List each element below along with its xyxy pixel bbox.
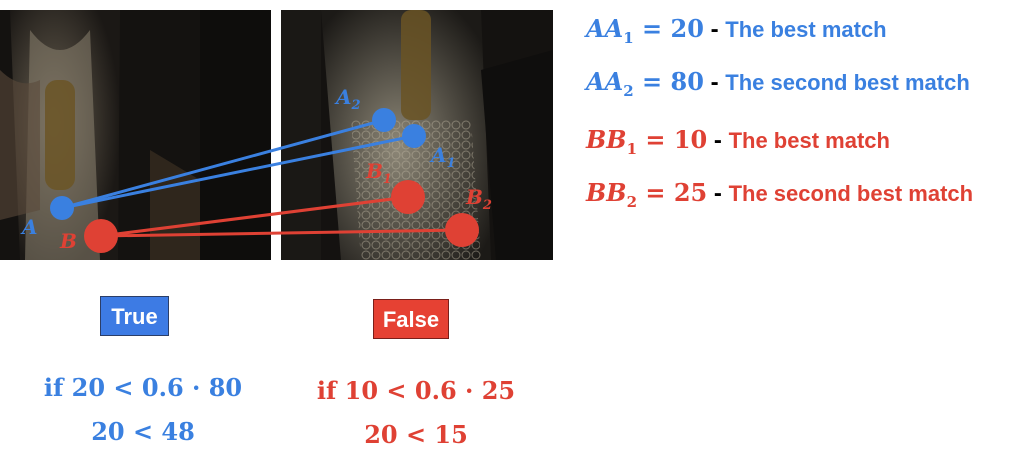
label-b2: B2 [465,185,492,213]
equation-aa2: AA2 = 80 - The second best match [586,67,970,100]
condition-right-line1: if 10 < 0.6 · 25 [316,376,516,405]
equation-bb1-sub: 1 [626,140,638,158]
match-overlay: A B A2 A1 B1 B2 [20,85,492,253]
match-line-a-a2 [61,118,385,210]
match-line-b-b2 [100,228,463,238]
equation-bb1: BB1 = 10 - The best match [586,125,890,158]
equation-bb2-dash: - [707,180,729,207]
equation-aa2-sub: 2 [623,82,634,100]
equation-bb1-rhs: = 10 [645,125,708,154]
equation-aa1: AA1 = 20 - The best match [586,14,887,47]
equation-aa2-desc: The second best match [725,70,970,95]
equation-aa1-rhs: = 20 [642,14,704,43]
equation-bb2: BB2 = 25 - The second best match [586,178,974,211]
equation-aa1-sub: 1 [623,29,634,47]
label-b1: B1 [365,159,392,187]
match-line-a-a1 [61,134,415,210]
label-a1: A1 [429,143,456,171]
false-badge: False [373,299,449,339]
keypoint-a2 [372,108,396,132]
keypoint-b1 [391,180,425,214]
label-a2: A2 [334,85,361,113]
equation-aa2-rhs: = 80 [642,67,704,96]
keypoint-b2 [445,213,479,247]
equation-aa2-dash: - [703,69,726,96]
equation-bb2-desc: The second best match [728,181,974,206]
equation-bb1-desc: The best match [728,128,890,153]
equation-aa1-dash: - [703,16,726,43]
condition-left-line1: if 20 < 0.6 · 80 [43,373,243,402]
condition-right-line2: 20 < 15 [364,420,468,449]
equation-aa1-lhs: AA [586,14,624,43]
label-b: B [59,229,77,253]
equation-bb1-lhs: BB [586,125,627,154]
equation-aa2-lhs: AA [586,67,624,96]
keypoint-a [50,196,74,220]
keypoint-a1 [402,124,426,148]
equation-bb2-lhs: BB [586,178,627,207]
equation-bb1-dash: - [707,127,729,154]
keypoint-b [84,219,118,253]
label-a: A [20,215,38,239]
equation-aa1-desc: The best match [725,17,887,42]
condition-left-line2: 20 < 48 [91,417,195,446]
match-line-b-b1 [100,195,409,238]
equation-bb2-sub: 2 [626,193,638,211]
true-badge: True [100,296,169,336]
equation-bb2-rhs: = 25 [645,178,708,207]
